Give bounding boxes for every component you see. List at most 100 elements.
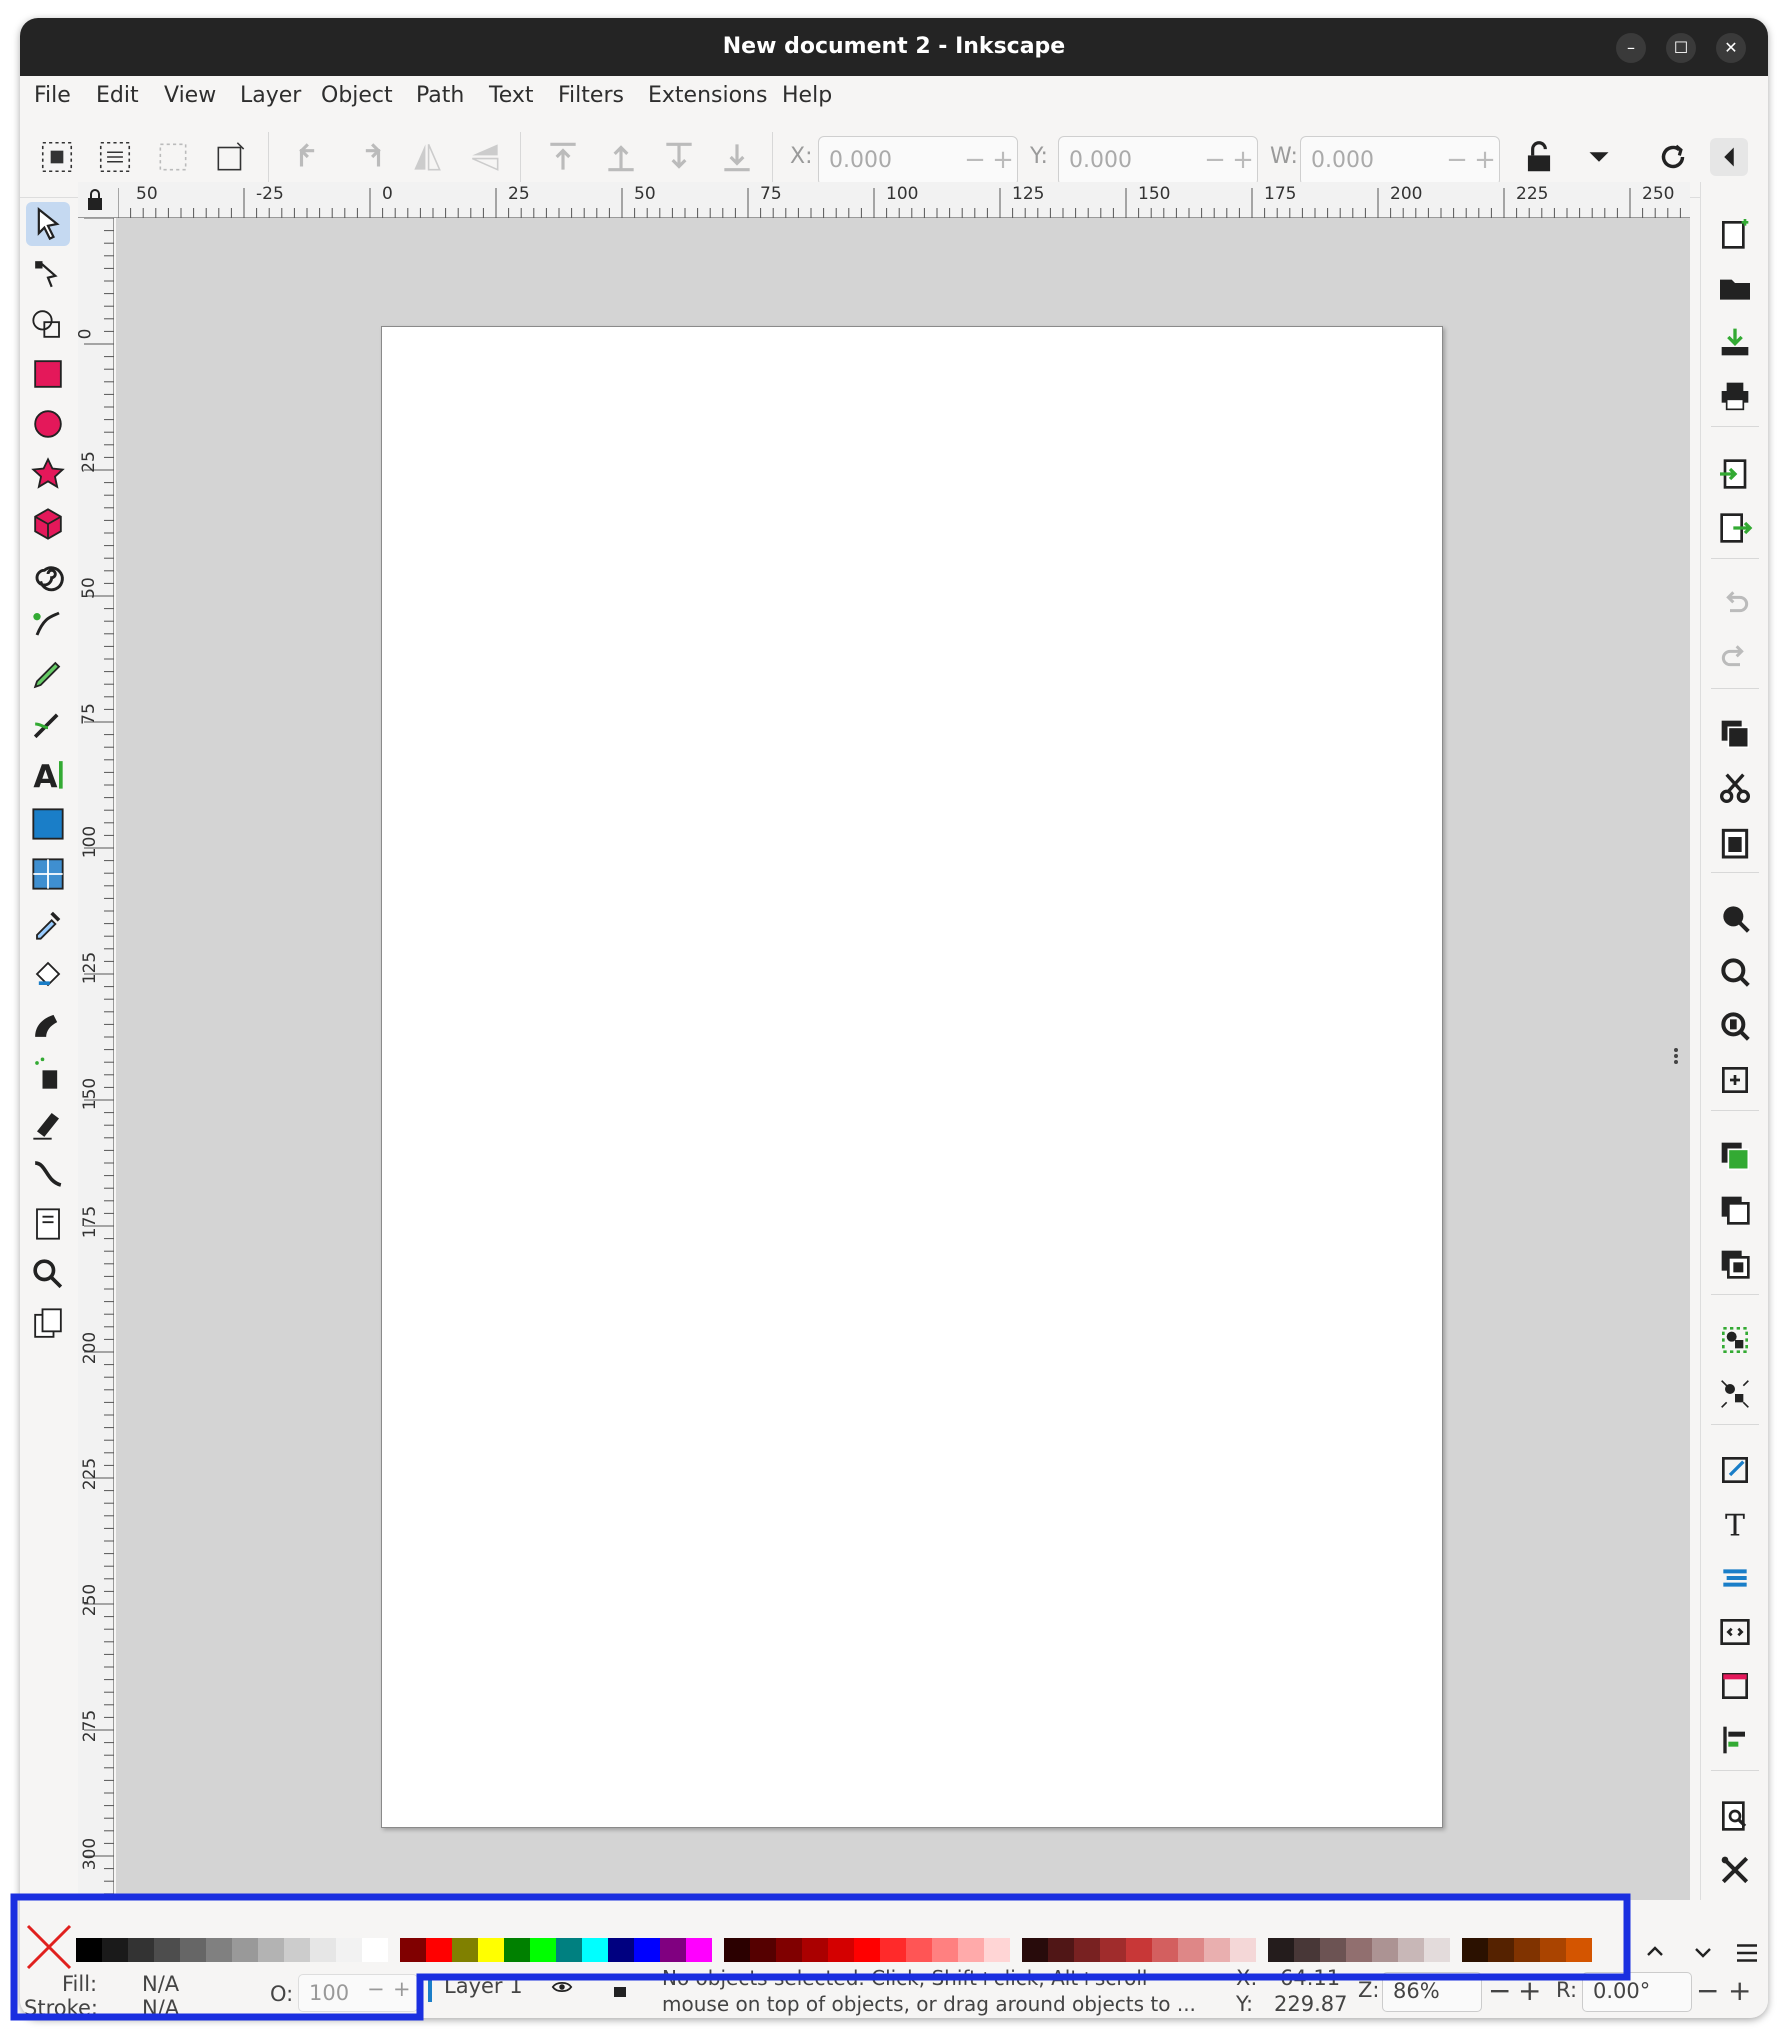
document-page[interactable] bbox=[381, 326, 1443, 1828]
color-swatch[interactable] bbox=[608, 1938, 634, 1962]
y-increment-button[interactable]: + bbox=[1229, 137, 1257, 185]
panel-handle-icon[interactable] bbox=[1674, 1046, 1680, 1070]
rectangle-tool-icon[interactable] bbox=[26, 352, 70, 396]
ellipse-tool-icon[interactable] bbox=[26, 402, 70, 446]
document-properties-icon[interactable] bbox=[1715, 1666, 1755, 1706]
dropper-tool-icon[interactable] bbox=[26, 902, 70, 946]
color-swatch[interactable] bbox=[478, 1938, 504, 1962]
color-swatch[interactable] bbox=[76, 1938, 102, 1962]
flip-vertical-icon[interactable] bbox=[466, 138, 504, 176]
zoom-in-button[interactable]: + bbox=[1518, 1974, 1541, 2007]
w-decrement-button[interactable]: − bbox=[1443, 137, 1471, 185]
color-swatch[interactable] bbox=[828, 1938, 854, 1962]
color-swatch[interactable] bbox=[206, 1938, 232, 1962]
color-swatch[interactable] bbox=[1022, 1938, 1048, 1962]
shape-builder-icon[interactable] bbox=[26, 302, 70, 346]
zoom-drawing-icon[interactable] bbox=[1715, 952, 1755, 992]
lower-icon[interactable] bbox=[660, 138, 698, 176]
color-swatch[interactable] bbox=[1320, 1938, 1346, 1962]
drawing-canvas[interactable] bbox=[116, 218, 1690, 1918]
menu-edit[interactable]: Edit bbox=[96, 76, 139, 116]
color-swatch[interactable] bbox=[1126, 1938, 1152, 1962]
color-swatch[interactable] bbox=[1566, 1938, 1592, 1962]
ungroup-icon[interactable] bbox=[1715, 1374, 1755, 1414]
bezier-pen-tool-icon[interactable] bbox=[26, 602, 70, 646]
color-swatch[interactable] bbox=[1100, 1938, 1126, 1962]
menu-filters[interactable]: Filters bbox=[558, 76, 624, 116]
3d-box-tool-icon[interactable] bbox=[26, 502, 70, 546]
collapse-panel-icon[interactable] bbox=[1710, 138, 1748, 176]
deselect-icon[interactable] bbox=[154, 138, 192, 176]
color-swatch[interactable] bbox=[776, 1938, 802, 1962]
title-bar[interactable]: New document 2 - Inkscape – ☐ ✕ bbox=[20, 18, 1768, 76]
cut-icon[interactable] bbox=[1715, 768, 1755, 808]
paint-bucket-tool-icon[interactable] bbox=[26, 952, 70, 996]
x-input[interactable]: 0.000 − + bbox=[818, 136, 1018, 186]
color-swatch[interactable] bbox=[232, 1938, 258, 1962]
none-swatch-icon[interactable] bbox=[26, 1924, 72, 1970]
export-icon[interactable] bbox=[1715, 508, 1755, 548]
palette-scroll-up-icon[interactable] bbox=[1640, 1940, 1670, 1964]
guide-lock-icon[interactable] bbox=[78, 182, 118, 218]
touch-select-icon[interactable] bbox=[212, 138, 250, 176]
select-all-icon[interactable] bbox=[38, 138, 76, 176]
select-all-layers-icon[interactable] bbox=[96, 138, 134, 176]
rotate-cw-icon[interactable] bbox=[350, 138, 388, 176]
connector-tool-icon[interactable] bbox=[26, 1152, 70, 1196]
fill-value[interactable]: N/A bbox=[142, 1972, 179, 1996]
menu-text[interactable]: Text bbox=[489, 76, 534, 116]
text-tool-icon[interactable]: A bbox=[26, 752, 70, 796]
opacity-input[interactable]: 100 − + bbox=[298, 1974, 418, 2012]
pencil-tool-icon[interactable] bbox=[26, 652, 70, 696]
layer-lock-icon[interactable] bbox=[608, 1976, 632, 2000]
unlink-clone-icon[interactable] bbox=[1715, 1244, 1755, 1284]
zoom-center-page-icon[interactable] bbox=[1715, 1060, 1755, 1100]
node-tool-icon[interactable] bbox=[26, 252, 70, 296]
color-swatch[interactable] bbox=[1204, 1938, 1230, 1962]
duplicate-icon[interactable] bbox=[1715, 1136, 1755, 1176]
color-swatch[interactable] bbox=[1398, 1938, 1424, 1962]
menu-path[interactable]: Path bbox=[416, 76, 464, 116]
color-swatch[interactable] bbox=[724, 1938, 750, 1962]
close-icon[interactable]: ✕ bbox=[1716, 33, 1746, 63]
lock-ratio-icon[interactable] bbox=[1520, 138, 1558, 176]
calligraphy-tool-icon[interactable] bbox=[26, 702, 70, 746]
color-swatch[interactable] bbox=[452, 1938, 478, 1962]
horizontal-ruler[interactable]: 50 -25 0 25 50 75 100 125 150 175 200 22… bbox=[78, 182, 1690, 218]
clone-icon[interactable] bbox=[1715, 1190, 1755, 1230]
color-swatch[interactable] bbox=[1346, 1938, 1372, 1962]
color-swatch[interactable] bbox=[154, 1938, 180, 1962]
spray-tool-icon[interactable] bbox=[26, 1052, 70, 1096]
color-swatch[interactable] bbox=[958, 1938, 984, 1962]
save-icon[interactable] bbox=[1715, 322, 1755, 362]
spiral-tool-icon[interactable] bbox=[26, 552, 70, 596]
star-tool-icon[interactable] bbox=[26, 452, 70, 496]
y-input[interactable]: 0.000 − + bbox=[1058, 136, 1258, 186]
color-swatch[interactable] bbox=[426, 1938, 452, 1962]
copy-icon[interactable] bbox=[1715, 714, 1755, 754]
w-increment-button[interactable]: + bbox=[1471, 137, 1499, 185]
zoom-page-icon[interactable] bbox=[1715, 1006, 1755, 1046]
print-preview-icon[interactable] bbox=[1715, 1796, 1755, 1836]
tweak-tool-icon[interactable] bbox=[26, 1002, 70, 1046]
xml-editor-icon[interactable] bbox=[1715, 1612, 1755, 1652]
x-decrement-button[interactable]: − bbox=[961, 137, 989, 185]
color-swatch[interactable] bbox=[880, 1938, 906, 1962]
color-swatch[interactable] bbox=[906, 1938, 932, 1962]
color-swatch[interactable] bbox=[284, 1938, 310, 1962]
import-icon[interactable] bbox=[1715, 454, 1755, 494]
color-swatch[interactable] bbox=[1372, 1938, 1398, 1962]
align-distribute-icon[interactable] bbox=[1715, 1720, 1755, 1760]
stroke-value[interactable]: N/A bbox=[142, 1996, 179, 2018]
fill-stroke-icon[interactable] bbox=[1715, 1450, 1755, 1490]
more-options-dropdown-icon[interactable] bbox=[1580, 138, 1618, 176]
pages-tool-icon[interactable] bbox=[26, 1202, 70, 1246]
color-swatch[interactable] bbox=[1152, 1938, 1178, 1962]
color-swatch[interactable] bbox=[802, 1938, 828, 1962]
menu-view[interactable]: View bbox=[164, 76, 216, 116]
redo-icon[interactable] bbox=[1715, 638, 1755, 678]
color-swatch[interactable] bbox=[582, 1938, 608, 1962]
menu-object[interactable]: Object bbox=[321, 76, 393, 116]
color-swatch[interactable] bbox=[102, 1938, 128, 1962]
color-swatch[interactable] bbox=[362, 1938, 388, 1962]
